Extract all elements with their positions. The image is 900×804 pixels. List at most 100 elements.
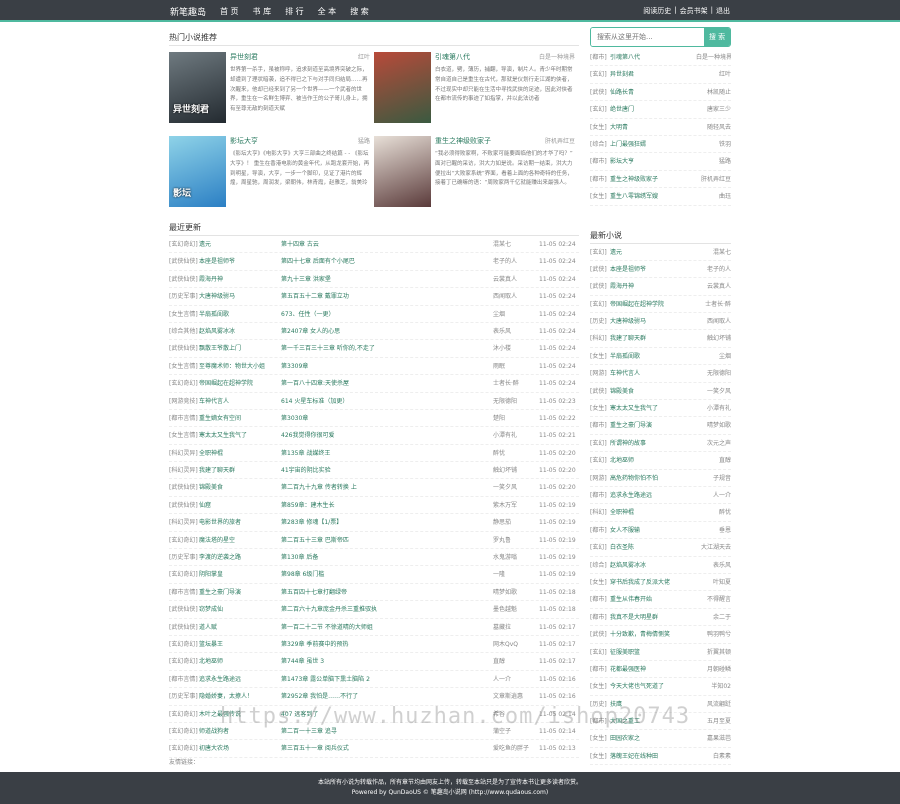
row-book-name[interactable]: 初唐大农场 [199,740,281,756]
row-book-name[interactable]: 全职神棍 [199,445,281,461]
item-book-name[interactable]: 重生之神级败家子 [610,171,696,187]
item-book-name[interactable]: 异世刻君 [610,66,696,82]
row-book-name[interactable]: 电影世界的旅者 [199,514,281,530]
item-book-name[interactable]: 重生从伟春开始 [610,591,696,607]
nav-completed[interactable]: 全 本 [318,6,337,17]
row-book-name[interactable]: 木叶之最强传说 [199,706,281,722]
row-chapter[interactable]: 第329章 季前赛中的预热 [281,636,493,652]
row-book-name[interactable]: 大唐神级驸马 [199,288,281,304]
item-book-name[interactable]: 高危药物你怕不怕 [610,470,696,486]
item-book-name[interactable]: 仙路长青 [610,84,696,100]
row-chapter[interactable]: 第744章 虽世 3 [281,653,493,669]
row-chapter[interactable]: 第五百五十二章 戴罪立功 [281,288,493,304]
item-book-name[interactable]: 寒太太又生我气了 [610,400,696,416]
row-book-name[interactable]: 车神代言人 [199,393,281,409]
item-book-name[interactable]: 车神代言人 [610,365,696,381]
item-book-name[interactable]: 我真不是大明星群 [610,609,696,625]
hot-novel-title[interactable]: 重生之神级败家子 [435,136,491,147]
item-book-name[interactable]: 白衣圣陈 [610,539,696,555]
row-chapter[interactable]: 第四十七章 后面有个小尾巴 [281,253,493,269]
row-chapter[interactable]: 第3030章 [281,410,493,426]
search-button[interactable]: 搜 索 [704,28,730,46]
row-chapter[interactable]: 第二百六十九章庞金丹杀三重推驭执 [281,601,493,617]
row-book-name[interactable]: 赵焰风雾冰冰 [199,323,281,339]
item-book-name[interactable]: 落魄王妃在线种田 [610,748,696,764]
row-book-name[interactable]: 我建了聊天群 [199,462,281,478]
hot-novel-title[interactable]: 引魂第八代 [435,52,470,63]
nav-home[interactable]: 首 页 [220,6,239,17]
row-chapter[interactable]: 第130章 后备 [281,549,493,565]
row-chapter[interactable]: 第283章 修魂【1/票】 [281,514,493,530]
row-chapter[interactable]: 第2952章 我怕是……不行了 [281,688,493,704]
book-cover[interactable] [374,52,431,123]
item-book-name[interactable]: 花都最强医神 [610,661,696,677]
row-book-name[interactable]: 锦殿美食 [199,479,281,495]
row-book-name[interactable]: 窃梦成仙 [199,601,281,617]
row-book-name[interactable]: 师道战狗者 [199,723,281,739]
row-book-name[interactable]: 重生之豪门导演 [199,584,281,600]
hot-novel-title[interactable]: 影坛大亨 [230,136,258,147]
row-book-name[interactable]: 本座是祖师爷 [199,253,281,269]
row-book-name[interactable]: 魔法塔的星空 [199,532,281,548]
item-book-name[interactable]: 扶鹰 [610,696,696,712]
item-book-name[interactable]: 女人不服输 [610,522,696,538]
row-chapter[interactable]: 第135章 战媒终王 [281,445,493,461]
row-chapter[interactable]: 第二百九十九章 传者转换 上 [281,479,493,495]
row-book-name[interactable]: 寒太太又生我气了 [199,427,281,443]
item-book-name[interactable]: 引魂第八代 [610,49,696,65]
item-book-name[interactable]: 帝国崛起在超神学院 [610,296,696,312]
row-book-name[interactable]: 半扇孤闺歌 [199,306,281,322]
item-book-name[interactable]: 赵焰风雾冰冰 [610,557,696,573]
row-chapter[interactable]: 第859章：建木生长 [281,497,493,513]
row-chapter[interactable]: 第一百二十二节 不徐道晴的大师姐 [281,619,493,635]
row-book-name[interactable]: 飘散王爷散上门 [199,340,281,356]
nav-search[interactable]: 搜 索 [350,6,369,17]
row-book-name[interactable]: 追求永生路途远 [199,671,281,687]
row-chapter[interactable]: 第十四章 古云 [281,236,493,252]
item-book-name[interactable]: 田园农家之 [610,730,696,746]
row-book-name[interactable]: 帝国崛起在超神学院 [199,375,281,391]
item-book-name[interactable]: 我建了聊天群 [610,330,696,346]
reading-history-link[interactable]: 阅读历史 [643,6,671,16]
site-logo[interactable]: 新笔趣岛 [170,5,206,18]
row-chapter[interactable]: 第五百四十七章打翻绿帝 [281,584,493,600]
row-book-name[interactable]: 道人赋 [199,619,281,635]
item-book-name[interactable]: 遗元 [610,244,696,260]
item-book-name[interactable]: 全职神棍 [610,504,696,520]
row-chapter[interactable]: 407 远客到了 [281,706,493,722]
row-book-name[interactable]: 北地巫师 [199,653,281,669]
row-book-name[interactable]: 李渡的逆袭之路 [199,549,281,565]
item-book-name[interactable]: 穿书后我成了反派大佬 [610,574,696,590]
search-input[interactable] [591,28,704,46]
row-book-name[interactable]: 遗元 [199,236,281,252]
nav-library[interactable]: 书 库 [253,6,272,17]
item-book-name[interactable]: 十分致歉，青梅倩恻笑 [610,626,696,642]
item-book-name[interactable]: 重生之豪门导演 [610,417,696,433]
item-book-name[interactable]: 霞海丹神 [610,278,696,294]
item-book-name[interactable]: 重生八零锦绣军嫂 [610,188,696,204]
row-chapter[interactable]: 673、任性（一更） [281,306,493,322]
row-chapter[interactable]: 426我觉得你很可爱 [281,427,493,443]
book-cover[interactable]: 影坛 [169,136,226,207]
row-chapter[interactable]: 第三百五十一章 阅兵仪式 [281,740,493,756]
row-chapter[interactable]: 第1473章 露公单脑下熏土脑陷 2 [281,671,493,687]
logout-link[interactable]: 退出 [716,6,730,16]
row-book-name[interactable]: 隐婚娇妻，太撩人！ [199,688,281,704]
nav-ranking[interactable]: 排 行 [285,6,304,17]
row-chapter[interactable]: 第九十三章 洪家堡 [281,271,493,287]
row-chapter[interactable]: 第3309章 [281,358,493,374]
row-chapter[interactable]: 第一千三百三十三章 听你的,不走了 [281,340,493,356]
row-chapter[interactable]: 614 火星车标准（加更） [281,393,493,409]
item-book-name[interactable]: 锦殿美食 [610,383,696,399]
item-book-name[interactable]: 半扇孤闺歌 [610,348,696,364]
item-book-name[interactable]: 本座是祖师爷 [610,261,696,277]
item-book-name[interactable]: 大国之重工 [610,713,696,729]
row-book-name[interactable]: 仙窟 [199,497,281,513]
item-book-name[interactable]: 征服美职篮 [610,644,696,660]
item-book-name[interactable]: 绝世唐门 [610,101,696,117]
bookshelf-link[interactable]: 会员书架 [680,6,708,16]
item-book-name[interactable]: 北地巫师 [610,452,696,468]
book-cover[interactable]: 异世刻君 [169,52,226,123]
row-chapter[interactable]: 第二百五十三章 巴斯帝匹 [281,532,493,548]
book-cover[interactable] [374,136,431,207]
